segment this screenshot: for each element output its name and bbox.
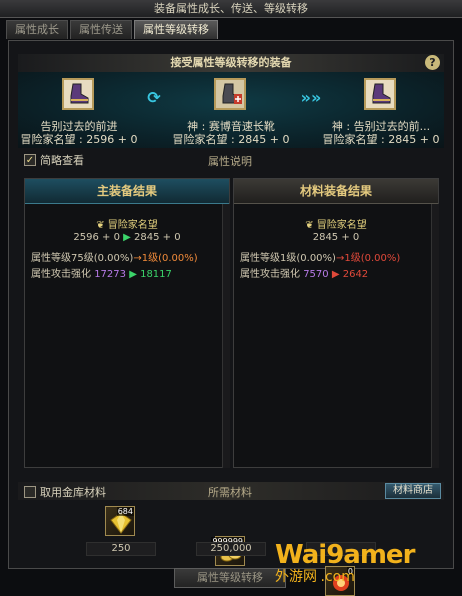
material-result-title: 材料装备结果 [234, 179, 438, 204]
main-level-row: 属性等级75级(0.00%)→1级(0.00%) [31, 249, 229, 264]
level-transfer-button[interactable]: 属性等级转移 [174, 568, 286, 588]
item-slot-right[interactable] [364, 78, 396, 110]
main-attack-from: 17273 [94, 269, 126, 280]
window-title: 装备属性成长、传送、等级转移 [0, 0, 462, 18]
tab-attr-growth[interactable]: 属性成长 [6, 20, 68, 39]
item-middle-fame: 冒险家名望 : 2845 + 0 [172, 133, 290, 146]
main-result-panel: 主装备结果 ❦ 冒险家名望 2596 + 0 ▶ 2845 + 0 属性等级75… [24, 178, 230, 468]
main-level-pct: (0.00%) [93, 253, 134, 264]
gold-required: 250,000 [196, 542, 266, 556]
material-scrollbar[interactable] [431, 204, 439, 468]
use-vault-toggle[interactable]: 取用金库材料 [24, 484, 106, 500]
watermark-domain: .com [320, 569, 355, 585]
main-level-to: 1级(0.00%) [141, 253, 198, 264]
main-result-title: 主装备结果 [25, 179, 229, 204]
main-scrollbar[interactable] [222, 204, 230, 468]
fame-emblem-icon: ❦ [305, 220, 314, 231]
mat-fame-value: 2845 + 0 [312, 232, 360, 243]
main-attack-to: 18117 [140, 269, 172, 280]
mat-attack-label: 属性攻击强化 [240, 269, 300, 280]
crystal-required: 250 [86, 542, 156, 556]
fame-emblem-icon: ❦ [96, 220, 105, 231]
mat-attack-from: 7570 [303, 269, 329, 280]
mat-attack-row: 属性攻击强化 7570 ▶ 2642 [240, 265, 438, 280]
mat-level-pct: (0.00%) [296, 253, 336, 264]
material-result-panel: 材料装备结果 ❦ 冒险家名望 2845 + 0 属性等级1级(0.00%)→1级… [233, 178, 439, 468]
boot-icon [64, 80, 92, 108]
main-level-from: 属性等级75级 [31, 253, 94, 264]
swap-icon: ⟳ [147, 88, 161, 107]
boot-icon [366, 80, 394, 108]
mat-fame-row: ❦ 冒险家名望 [234, 216, 438, 231]
watermark-logo: Wai9amer 外游网 .com [275, 540, 455, 592]
item-right-fame: 冒险家名望 : 2845 + 0 [322, 133, 440, 146]
item-slot-left[interactable] [62, 78, 94, 110]
material-slot-crystal[interactable]: 684 [105, 506, 135, 536]
mat-level-row: 属性等级1级(0.00%)→1级(0.00%) [240, 249, 438, 264]
arrow-right-icon: ▶ [129, 269, 137, 280]
mat-level-from: 属性等级1级 [240, 253, 297, 264]
arrow-right-icon: ▶ [123, 232, 131, 243]
receiver-title: 接受属性等级转移的装备 [18, 54, 444, 72]
simple-view-checkbox[interactable]: ✓ [24, 154, 36, 166]
help-icon[interactable]: ? [425, 55, 440, 70]
crystal-count: 684 [116, 507, 134, 516]
use-vault-checkbox[interactable] [24, 486, 36, 498]
material-shop-button[interactable]: 材料商店 [385, 483, 441, 499]
boot-icon [216, 80, 244, 108]
main-attack-label: 属性攻击强化 [31, 269, 91, 280]
main-fame-values: 2596 + 0 ▶ 2845 + 0 [25, 232, 229, 243]
item-slot-middle[interactable] [214, 78, 246, 110]
tab-attr-transfer[interactable]: 属性传送 [70, 20, 132, 39]
double-arrow-icon: »» [300, 88, 322, 107]
main-level-arrow: → [133, 253, 142, 264]
mat-level-to: 1级(0.00%) [344, 253, 401, 264]
main-fame-to: 2845 + 0 [134, 232, 181, 243]
tab-attr-level-transfer[interactable]: 属性等级转移 [134, 20, 218, 39]
main-fame-row: ❦ 冒险家名望 [25, 216, 229, 231]
simple-view-label: 简略查看 [40, 154, 84, 167]
main-attack-row: 属性攻击强化 17273 ▶ 18117 [31, 265, 229, 280]
main-fame-from: 2596 + 0 [73, 232, 120, 243]
arrow-right-icon: ▶ [331, 269, 340, 280]
attr-desc-title: 属性说明 [208, 155, 252, 168]
required-materials-title: 所需材料 [208, 486, 252, 499]
simple-view-toggle[interactable]: ✓ 简略查看 [24, 152, 84, 168]
item-left-fame: 冒险家名望 : 2596 + 0 [20, 133, 138, 146]
mat-fame-label: 冒险家名望 [316, 220, 367, 231]
tab-bar: 属性成长 属性传送 属性等级转移 [6, 20, 218, 39]
main-fame-label: 冒险家名望 [107, 220, 158, 231]
mat-attack-to: 2642 [342, 269, 369, 280]
use-vault-label: 取用金库材料 [40, 486, 106, 499]
watermark-sub: 外游网 [275, 569, 317, 585]
